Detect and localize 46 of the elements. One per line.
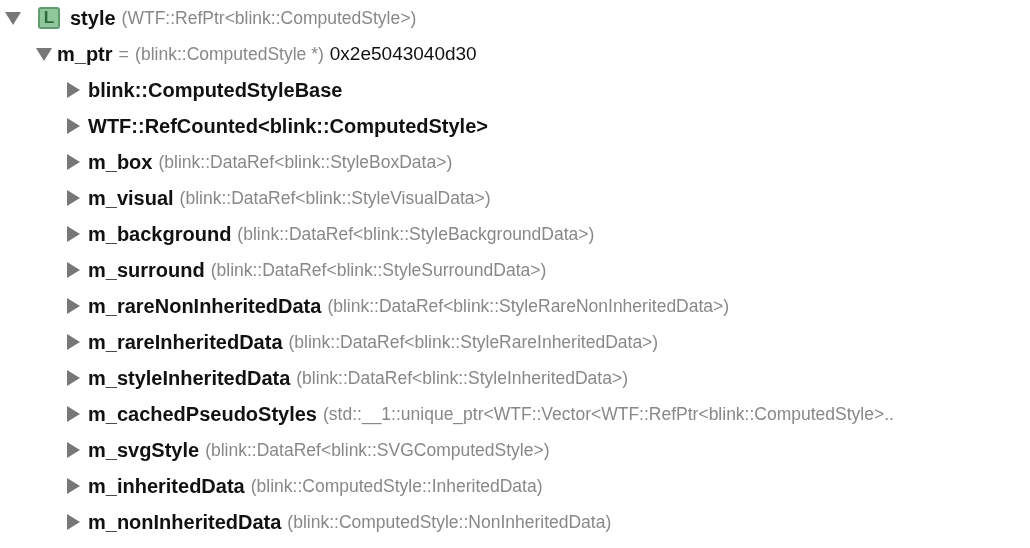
expand-triangle-icon[interactable] bbox=[67, 262, 80, 278]
expand-triangle-icon[interactable] bbox=[67, 334, 80, 350]
variable-type: (blink::ComputedStyle *) bbox=[135, 43, 324, 65]
variable-name: m_svgStyle bbox=[88, 438, 200, 462]
expand-triangle-icon[interactable] bbox=[67, 118, 80, 134]
variable-name: m_background bbox=[88, 222, 232, 246]
expand-triangle-icon[interactable] bbox=[67, 442, 80, 458]
variable-name: m_visual bbox=[88, 186, 174, 210]
collapse-triangle-icon[interactable] bbox=[36, 47, 52, 61]
variable-name: m_rareNonInheritedData bbox=[88, 294, 322, 318]
variable-type: (WTF::RefPtr<blink::ComputedStyle>) bbox=[121, 7, 417, 29]
expand-triangle-icon[interactable] bbox=[67, 370, 80, 386]
variable-name: m_cachedPseudoStyles bbox=[88, 402, 317, 426]
variable-name: m_nonInheritedData bbox=[88, 510, 282, 534]
variable-name: m_rareInheritedData bbox=[88, 330, 283, 354]
expand-triangle-icon[interactable] bbox=[67, 406, 80, 422]
variable-type: (blink::DataRef<blink::SVGComputedStyle>) bbox=[205, 439, 550, 461]
variable-type: (blink::ComputedStyle::InheritedData) bbox=[250, 475, 543, 497]
variable-type: (std::__1::unique_ptr<WTF::Vector<WTF::RefPtr<blink::ComputedStyle>.. bbox=[323, 403, 894, 425]
local-variable-badge: L bbox=[38, 7, 60, 29]
expand-triangle-icon[interactable] bbox=[67, 226, 80, 242]
expand-triangle-icon[interactable] bbox=[67, 298, 80, 314]
variable-value: 0x2e5043040d30 bbox=[329, 43, 477, 65]
variable-type: (blink::DataRef<blink::StyleRareNonInheritedData>) bbox=[327, 295, 730, 317]
variable-type: (blink::DataRef<blink::StyleBoxData>) bbox=[158, 151, 453, 173]
expand-triangle-icon[interactable] bbox=[67, 478, 80, 494]
expand-triangle-icon[interactable] bbox=[67, 154, 80, 170]
variable-name: style bbox=[70, 6, 116, 30]
variable-type: (blink::DataRef<blink::StyleInheritedData>) bbox=[296, 367, 628, 389]
collapse-triangle-icon[interactable] bbox=[5, 11, 21, 25]
variable-name: m_box bbox=[88, 150, 153, 174]
variable-name: m_styleInheritedData bbox=[88, 366, 291, 390]
variable-name: blink::ComputedStyleBase bbox=[88, 78, 343, 102]
equals-sign: = bbox=[118, 43, 130, 65]
expand-triangle-icon[interactable] bbox=[67, 514, 80, 530]
variable-name: m_inheritedData bbox=[88, 474, 245, 498]
variable-type: (blink::ComputedStyle::NonInheritedData) bbox=[287, 511, 612, 533]
expand-triangle-icon[interactable] bbox=[67, 190, 80, 206]
variable-type: (blink::DataRef<blink::StyleBackgroundData>) bbox=[237, 223, 595, 245]
variable-name: m_surround bbox=[88, 258, 205, 282]
variable-type: (blink::DataRef<blink::StyleSurroundData>) bbox=[210, 259, 547, 281]
variable-type: (blink::DataRef<blink::StyleVisualData>) bbox=[179, 187, 491, 209]
variable-type: (blink::DataRef<blink::StyleRareInheritedData>) bbox=[288, 331, 659, 353]
expand-triangle-icon[interactable] bbox=[67, 82, 80, 98]
variable-name: WTF::RefCounted<blink::ComputedStyle> bbox=[88, 114, 488, 138]
variable-name: m_ptr bbox=[57, 42, 113, 66]
